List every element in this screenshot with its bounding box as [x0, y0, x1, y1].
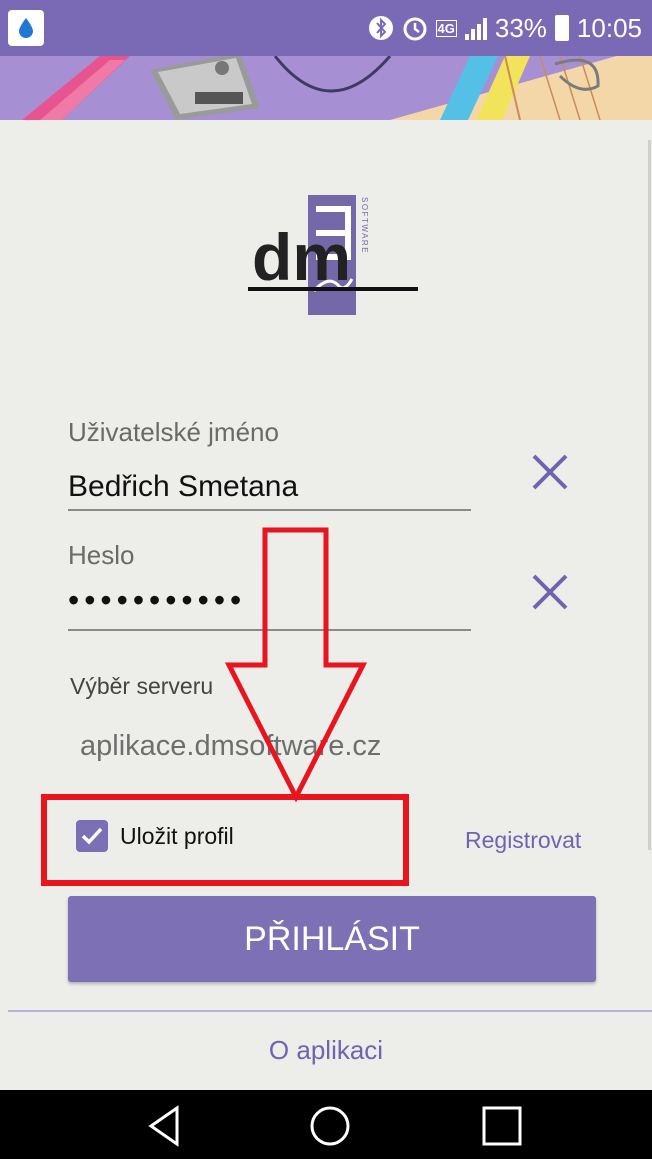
scroll-indicator	[648, 140, 651, 850]
username-underline	[68, 509, 471, 511]
password-field[interactable]: •••••••••••	[68, 582, 468, 619]
network-4g-icon: 4G	[435, 19, 457, 37]
stationery-illustration	[22, 56, 652, 120]
checkmark-icon	[81, 827, 103, 845]
save-profile-label[interactable]: Uložit profil	[120, 823, 234, 850]
server-label: Výběr serveru	[70, 673, 214, 699]
back-icon[interactable]	[141, 1102, 189, 1150]
username-field[interactable]: Bedřich Smetana	[68, 470, 468, 504]
bluetooth-icon	[368, 16, 393, 40]
alarm-icon	[403, 17, 427, 41]
username-label: Uživatelské jméno	[68, 417, 279, 447]
home-icon[interactable]	[306, 1102, 354, 1150]
password-label: Heslo	[68, 540, 135, 570]
login-button[interactable]: PŘIHLÁSIT	[68, 896, 596, 982]
login-screen: dm SOFTWARE Uživatelské jméno Bedřich Sm…	[8, 120, 652, 1012]
clear-password-icon[interactable]	[528, 570, 572, 614]
android-nav-bar	[0, 1090, 652, 1159]
header-banner	[0, 56, 652, 120]
register-link[interactable]: Registrovat	[465, 827, 581, 854]
logo-tagline: SOFTWARE	[360, 197, 369, 254]
clock: 10:05	[576, 12, 642, 43]
battery-icon	[554, 15, 569, 41]
signal-icon	[464, 16, 487, 40]
status-bar: 4G 33% 10:05	[0, 0, 652, 56]
logo-brand-text: dm	[252, 220, 351, 294]
password-underline	[68, 629, 471, 631]
server-select[interactable]: aplikace.dmsoftware.cz	[80, 730, 381, 763]
about-app-link[interactable]: O aplikaci	[0, 1010, 652, 1090]
battery-percent: 33%	[494, 12, 547, 43]
save-profile-checkbox[interactable]	[76, 820, 108, 852]
dm-software-logo: dm SOFTWARE	[248, 195, 428, 315]
recents-icon[interactable]	[478, 1102, 526, 1150]
drop-app-icon	[8, 10, 44, 46]
clear-username-icon[interactable]	[528, 450, 572, 494]
